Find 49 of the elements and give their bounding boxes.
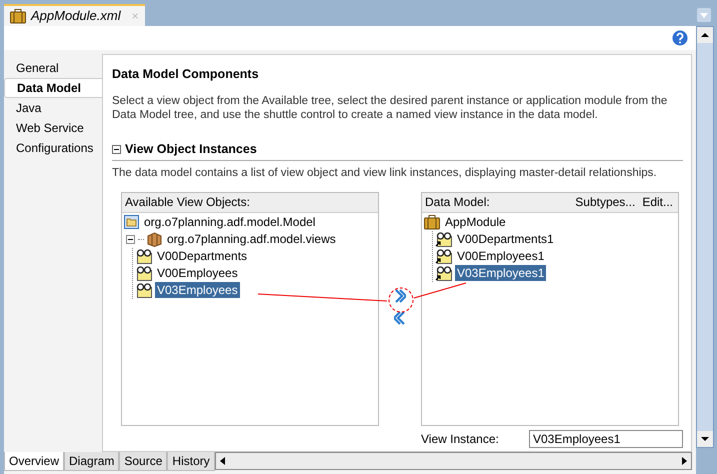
view-object-icon bbox=[135, 266, 152, 281]
tree-item[interactable]: V00Employees bbox=[155, 265, 240, 282]
list-title: Data Model: bbox=[425, 194, 490, 212]
subsection-title: View Object Instances bbox=[125, 140, 257, 158]
subsection-description: The data model contains a list of view object and view link instances, displaying master-detail relationships. bbox=[112, 166, 658, 180]
tree-item[interactable]: V03Employees bbox=[155, 282, 240, 298]
add-arrow-icon[interactable] bbox=[394, 288, 406, 303]
bottom-tab[interactable]: Source bbox=[119, 452, 168, 471]
tree-item[interactable]: V00Departments1 bbox=[455, 231, 556, 248]
nav-tab[interactable]: Configurations bbox=[4, 138, 102, 158]
nav-tab[interactable]: Data Model bbox=[4, 78, 102, 98]
list-header: Available View Objects: bbox=[122, 192, 378, 213]
view-object-icon bbox=[135, 282, 152, 298]
nav-tab[interactable]: Java bbox=[4, 98, 102, 118]
briefcase-icon bbox=[10, 8, 26, 24]
section-description: Select a view object from the Available tree, select the desired parent instance or application module from the Data Model tree, and use the shuttle control to create a named view instance in the data model. bbox=[112, 94, 668, 122]
tree-item[interactable]: V00Departments bbox=[155, 248, 250, 264]
package-icon bbox=[147, 232, 162, 247]
help-icon[interactable] bbox=[672, 30, 688, 46]
section-title: Data Model Components bbox=[112, 66, 260, 83]
view-object-icon bbox=[135, 248, 152, 264]
tree-item[interactable]: AppModule bbox=[443, 214, 508, 230]
scroll-down-icon[interactable] bbox=[697, 431, 713, 447]
editor-tab[interactable]: AppModule.xml × bbox=[4, 4, 145, 26]
vertical-scrollbar[interactable] bbox=[696, 26, 714, 448]
view-instance-icon bbox=[435, 232, 452, 247]
bottom-tab[interactable]: Overview bbox=[4, 452, 64, 471]
remove-arrow-icon[interactable] bbox=[394, 310, 406, 325]
tree-item[interactable]: org.o7planning.adf.model.Model bbox=[142, 214, 318, 230]
header-link[interactable]: Subtypes... bbox=[575, 193, 636, 212]
nav-tab[interactable]: General bbox=[4, 58, 102, 78]
nav-tab[interactable]: Web Service bbox=[4, 118, 102, 138]
tree-item[interactable]: V00Employees1 bbox=[455, 248, 546, 264]
briefcase-icon bbox=[424, 214, 440, 230]
collapse-toggle[interactable] bbox=[112, 144, 121, 154]
view-instance-icon bbox=[435, 248, 452, 264]
header-link[interactable]: Edit... bbox=[642, 193, 673, 212]
view-instance-field[interactable]: V03Employees1 bbox=[529, 430, 683, 448]
scroll-up-icon[interactable] bbox=[697, 27, 713, 43]
folder-icon bbox=[124, 215, 139, 230]
bottom-tab[interactable]: Diagram bbox=[64, 452, 120, 471]
view-instance-icon bbox=[435, 266, 452, 281]
tree-item[interactable]: V03Employees1 bbox=[455, 265, 546, 282]
tree-item[interactable]: org.o7planning.adf.model.views bbox=[165, 231, 338, 248]
collapse-toggle[interactable] bbox=[126, 234, 135, 244]
field-label: View Instance: bbox=[421, 431, 500, 448]
bottom-tab[interactable]: History bbox=[167, 452, 215, 471]
tab-title: AppModule.xml bbox=[31, 7, 121, 26]
horizontal-scrollbar[interactable] bbox=[214, 452, 692, 470]
